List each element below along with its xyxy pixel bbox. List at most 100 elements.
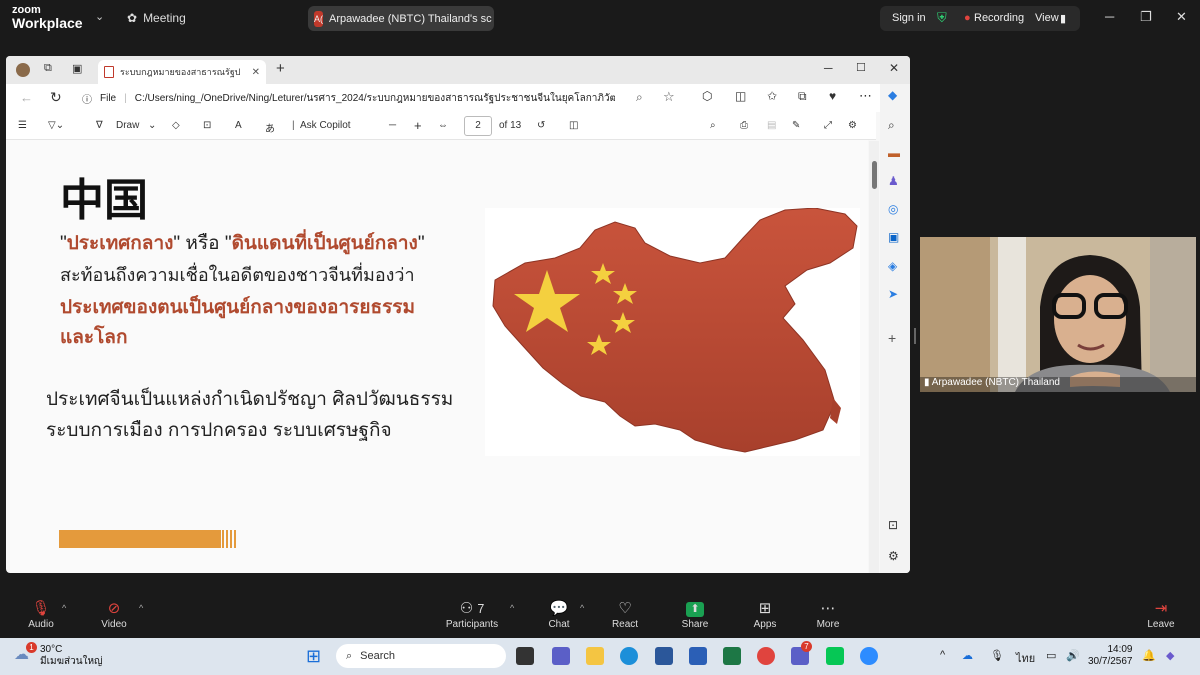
chat-button[interactable]: 💬 Chat: [545, 599, 573, 630]
sidebar-settings-icon[interactable]: ⚙: [888, 549, 899, 563]
favorite-icon[interactable]: ☆: [663, 89, 675, 105]
workspaces-icon[interactable]: ⧉: [44, 62, 52, 75]
leave-button[interactable]: ⇥ Leave: [1146, 599, 1176, 630]
video-button[interactable]: ⊘ Video: [99, 599, 129, 630]
audio-button[interactable]: 🎙 Audio: [26, 599, 56, 630]
audio-caret-icon[interactable]: ^: [62, 603, 66, 613]
tab-actions-icon[interactable]: ▣: [72, 62, 82, 75]
recording-label[interactable]: Recording: [974, 12, 1024, 24]
zoom-icon[interactable]: ⌕: [636, 90, 643, 105]
page-number-input[interactable]: 2: [464, 116, 492, 136]
scroll-thumb[interactable]: [872, 161, 877, 189]
text-icon[interactable]: ⊡: [203, 120, 211, 131]
read-aloud-icon[interactable]: A: [235, 120, 242, 131]
copilot-taskbar-icon[interactable]: ◆: [1166, 649, 1174, 662]
windows-start-icon[interactable]: ⊞: [306, 646, 321, 667]
chevron-down-icon[interactable]: ⌄: [95, 10, 104, 23]
rotate-icon[interactable]: ↺: [537, 120, 545, 131]
language-indicator[interactable]: ไทย: [1016, 649, 1035, 667]
print-icon[interactable]: ⎙: [740, 120, 748, 131]
draw-chevron-icon[interactable]: ⌄: [148, 120, 156, 131]
chat-caret-icon[interactable]: ^: [580, 603, 584, 613]
zoom-in-icon[interactable]: +: [414, 118, 422, 133]
zoom-app-icon[interactable]: [860, 647, 878, 665]
notification-icon[interactable]: 🔔: [1142, 649, 1156, 662]
favorites-icon[interactable]: ✩: [767, 89, 777, 103]
settings-more-icon[interactable]: ⋯: [859, 88, 872, 104]
react-button[interactable]: ♡ React: [610, 599, 640, 630]
profile-avatar[interactable]: [16, 63, 30, 77]
copilot-icon[interactable]: ◆: [888, 88, 897, 102]
draw-label[interactable]: Draw: [116, 120, 139, 131]
view-menu[interactable]: View: [1035, 12, 1059, 24]
tab-close-icon[interactable]: ✕: [252, 67, 260, 78]
close-icon[interactable]: ✕: [1176, 9, 1187, 25]
find-icon[interactable]: ⌕: [710, 120, 716, 131]
performance-icon[interactable]: ♥: [829, 89, 836, 103]
screenshot-icon[interactable]: ⊡: [888, 518, 898, 532]
volume-icon[interactable]: 🔊: [1066, 649, 1080, 662]
onedrive-icon[interactable]: ☁: [962, 649, 973, 662]
line-icon[interactable]: [826, 647, 844, 665]
highlight-icon[interactable]: ▽⌄: [48, 120, 64, 131]
extension-icon[interactable]: ⬡: [702, 89, 712, 103]
minimize-icon[interactable]: ─: [1105, 9, 1114, 24]
add-app-icon[interactable]: +: [888, 330, 896, 346]
tab-pdf[interactable]: ระบบกฎหมายของสาธารณรัฐประชาชนจีนในยุคโลก…: [98, 60, 266, 84]
office-icon[interactable]: ◎: [888, 202, 898, 216]
screen-share-indicator[interactable]: A( Arpawadee (NBTC) Thailand's sc ⋯: [308, 6, 494, 31]
collections-icon[interactable]: ⧉: [798, 89, 807, 104]
tray-expand-icon[interactable]: ^: [940, 649, 945, 661]
save-icon[interactable]: ▤: [767, 120, 776, 131]
fullscreen-icon[interactable]: ⤢: [824, 120, 832, 131]
weather-widget[interactable]: ☁ 1 30°C มีเมฆส่วนใหญ่: [14, 642, 103, 668]
address-field[interactable]: ⓘ File | C:/Users/ning_/OneDrive/Ning/Le…: [82, 88, 682, 108]
sign-in-link[interactable]: Sign in: [892, 12, 926, 24]
outlook-icon[interactable]: ▣: [888, 230, 899, 244]
send-icon[interactable]: ➤: [888, 287, 898, 301]
erase-icon[interactable]: ◇: [172, 120, 180, 131]
participants-button[interactable]: ⚇ 7 Participants: [445, 599, 499, 630]
translate-icon[interactable]: あ: [265, 120, 275, 135]
pdf-settings-icon[interactable]: ⚙: [848, 120, 857, 131]
zoom-out-icon[interactable]: ─: [389, 120, 396, 131]
teams-chat-icon[interactable]: [552, 647, 570, 665]
system-clock[interactable]: 14:09 30/7/2567: [1088, 644, 1133, 668]
split-screen-icon[interactable]: ◫: [735, 89, 746, 103]
video-caret-icon[interactable]: ^: [139, 603, 143, 613]
games-icon[interactable]: ♟: [888, 174, 899, 188]
window-maximize-icon[interactable]: ☐: [856, 61, 866, 74]
taskbar-search[interactable]: ⌕ Search: [336, 644, 506, 668]
word-icon[interactable]: [689, 647, 707, 665]
mic-tray-icon[interactable]: 🎙: [990, 649, 1004, 662]
store-icon[interactable]: [655, 647, 673, 665]
panel-divider[interactable]: [914, 328, 916, 344]
search-icon[interactable]: ⌕: [888, 118, 895, 133]
shopping-icon[interactable]: ◈: [888, 259, 897, 273]
save-as-icon[interactable]: ✎: [792, 120, 800, 131]
ask-copilot-button[interactable]: Ask Copilot: [300, 120, 351, 131]
task-view-icon[interactable]: [516, 647, 534, 665]
more-button[interactable]: ⋯ More: [814, 599, 842, 630]
contents-icon[interactable]: ☰: [18, 120, 27, 131]
teams-icon[interactable]: 7: [791, 641, 812, 665]
fit-page-icon[interactable]: ⇔: [438, 120, 448, 131]
participants-caret-icon[interactable]: ^: [510, 603, 514, 613]
chrome-icon[interactable]: [757, 647, 775, 665]
share-button[interactable]: ⬆ Share: [680, 599, 710, 630]
apps-button[interactable]: ⊞ Apps: [750, 599, 780, 630]
refresh-icon[interactable]: ↻: [50, 89, 62, 106]
new-tab-icon[interactable]: +: [276, 60, 285, 77]
tools-icon[interactable]: ▬: [888, 146, 900, 160]
meeting-menu[interactable]: ✿ Meeting: [127, 11, 186, 25]
window-close-icon[interactable]: ✕: [889, 61, 899, 75]
excel-icon[interactable]: [723, 647, 741, 665]
window-minimize-icon[interactable]: ─: [824, 61, 833, 75]
participant-video[interactable]: ▮ Arpawadee (NBTC) Thailand: [920, 237, 1196, 392]
display-icon[interactable]: ▭: [1046, 649, 1056, 662]
draw-icon[interactable]: ∇: [96, 120, 103, 131]
file-explorer-icon[interactable]: [586, 647, 604, 665]
edge-icon[interactable]: [620, 647, 638, 665]
page-view-icon[interactable]: ◫: [569, 120, 578, 131]
restore-icon[interactable]: ❐: [1140, 9, 1152, 25]
